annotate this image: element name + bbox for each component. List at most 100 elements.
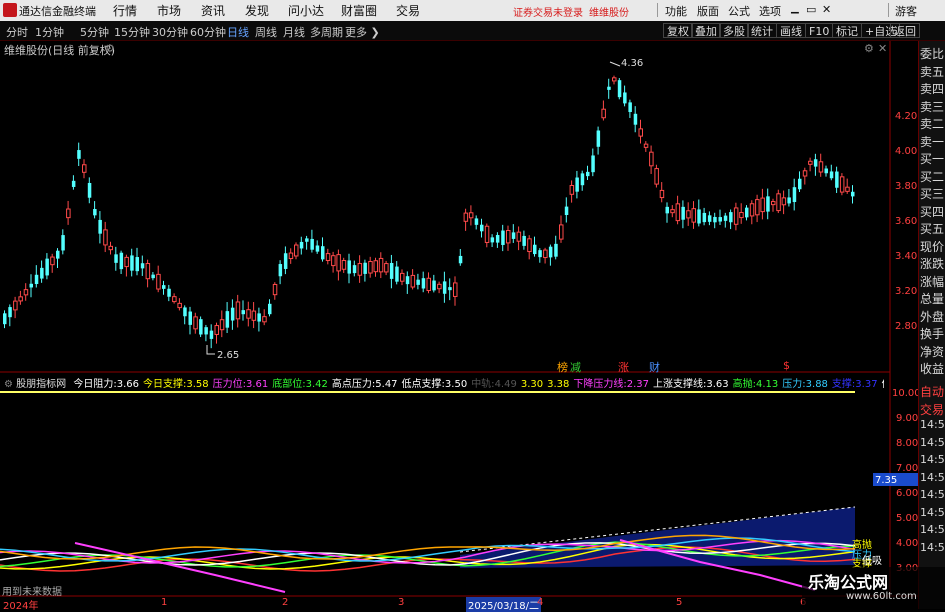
high-marker-line <box>609 61 621 67</box>
candle-body <box>50 256 55 266</box>
candle-body <box>384 263 389 273</box>
time-label: 2 <box>282 597 289 608</box>
candle-body <box>569 185 575 195</box>
cursor-date: 2025/03/18/二 <box>466 597 542 612</box>
candle-body <box>686 210 691 219</box>
candle-body <box>808 160 813 165</box>
tick-time: 14:56 <box>920 435 945 449</box>
indicator-item-label: 上涨支撑线: <box>653 379 707 390</box>
indicator-item: 低吸 <box>882 379 884 390</box>
candle-body <box>702 212 707 223</box>
candle-body <box>484 225 490 243</box>
close-pane-icon[interactable]: ✕ <box>878 42 887 55</box>
candle-body <box>389 262 394 279</box>
settings-gear-icon[interactable]: ⚙ <box>864 42 874 55</box>
candle-body <box>729 212 733 223</box>
candle-body <box>691 208 696 223</box>
y-tick: 3.80 <box>895 181 917 192</box>
chart-settings-icon[interactable]: ⚙ <box>105 42 115 55</box>
indicator-item-label: 高点压力: <box>331 379 376 390</box>
indicator-series <box>0 391 856 593</box>
candle-body <box>586 171 590 177</box>
candle-body <box>119 252 124 270</box>
candle-body <box>368 260 373 274</box>
candle-body <box>114 254 118 263</box>
indicator-item-value: 3.50 <box>444 379 468 390</box>
candle-body <box>347 260 351 274</box>
candle-body <box>214 325 219 335</box>
indicator-item-value: 3.42 <box>305 379 328 390</box>
watermark-url: www.60lt.com <box>846 591 917 602</box>
indicator-item: 3.30 <box>521 379 543 390</box>
candle-body <box>321 246 325 260</box>
indicator-item: 今日阻力:3.66 <box>73 379 139 390</box>
y-tick: 4.00 <box>896 538 918 549</box>
event-marker-finance[interactable]: 财 <box>649 359 660 375</box>
event-marker-rise[interactable]: 涨 <box>618 359 629 375</box>
candle-body <box>8 307 12 318</box>
candle-body <box>713 216 717 223</box>
candle-body <box>612 77 617 82</box>
candle-body <box>61 235 65 251</box>
y-tick: 10.00 <box>892 388 918 399</box>
candle-body <box>533 244 537 255</box>
quote-field-label: 涨幅 <box>920 274 945 289</box>
candle-body <box>835 171 839 188</box>
candle-body <box>654 168 659 185</box>
candle-body <box>294 244 299 257</box>
candle-body <box>564 206 569 216</box>
indicator-item-value: 3.63 <box>706 379 729 390</box>
candle-body <box>225 311 230 328</box>
indicator-item-label: 高抛: <box>732 379 757 390</box>
tick-time: 14:56 <box>920 418 945 431</box>
candle-body <box>188 311 192 325</box>
auto-trade-label[interactable]: 自动 <box>920 383 944 400</box>
candle-body <box>193 316 198 330</box>
candle-body <box>416 279 420 285</box>
candle-body <box>745 207 749 218</box>
candle-body <box>352 265 357 274</box>
candle-body <box>305 238 309 242</box>
kline-chart[interactable]: 4.20 4.00 3.80 3.60 3.40 3.20 2.80 10.00… <box>0 0 918 609</box>
y-tick: 3.40 <box>895 251 917 262</box>
indicator-item-label: 低点支撑: <box>401 379 445 390</box>
candle-body <box>299 241 304 249</box>
candle-body <box>675 203 681 222</box>
candle-body <box>315 245 320 252</box>
candle-body <box>442 281 447 294</box>
candle-body <box>511 232 516 239</box>
candle-body <box>77 150 81 159</box>
candle-body <box>851 191 855 197</box>
candle-body <box>199 319 203 335</box>
candle-body <box>251 310 257 321</box>
candle-body <box>98 219 102 234</box>
indicator-axis: 10.00 9.00 8.00 7.00 6.00 5.00 4.00 3.00… <box>873 388 918 574</box>
candle-body <box>733 207 739 225</box>
candle-body <box>151 274 155 279</box>
candle-body <box>818 161 824 173</box>
event-marker-dollar[interactable]: $ <box>783 359 790 372</box>
quote-field-label: 总量 <box>920 292 945 306</box>
candle-body <box>23 289 29 296</box>
event-marker-rank[interactable]: 榜 <box>557 359 568 375</box>
candle-body <box>448 287 452 291</box>
watermark: 乐淘公式网 www.60lt.com <box>802 567 945 609</box>
quote-panel: 委比 卖五 卖四 卖三 卖二 卖一 买一 买二 买三 买四 买五 现价 涨跌 涨幅 总量 外盘 换手 净资 收益 自动… <box>918 41 945 609</box>
event-marker-reduce[interactable]: 减 <box>570 359 581 375</box>
candle-body <box>437 283 442 290</box>
indicator-item: 今日支撑:3.58 <box>143 379 209 390</box>
candle-body <box>130 255 134 271</box>
candle-body <box>18 296 23 302</box>
candle-body <box>71 180 76 187</box>
y-tick: 6.00 <box>896 488 918 499</box>
indicator-item-value: 4.49 <box>494 379 517 390</box>
candle-body <box>45 258 49 276</box>
candle-body <box>771 201 776 206</box>
candle-body <box>162 285 166 289</box>
indicator-settings-icon[interactable]: ⚙ <box>4 379 13 390</box>
candle-body <box>177 302 182 309</box>
time-label: 4 <box>537 597 544 608</box>
indicator-item-value: 4.13 <box>756 379 779 390</box>
auto-trade-label[interactable]: 交易 <box>920 401 944 418</box>
quote-field-label: 卖二 <box>920 117 945 131</box>
